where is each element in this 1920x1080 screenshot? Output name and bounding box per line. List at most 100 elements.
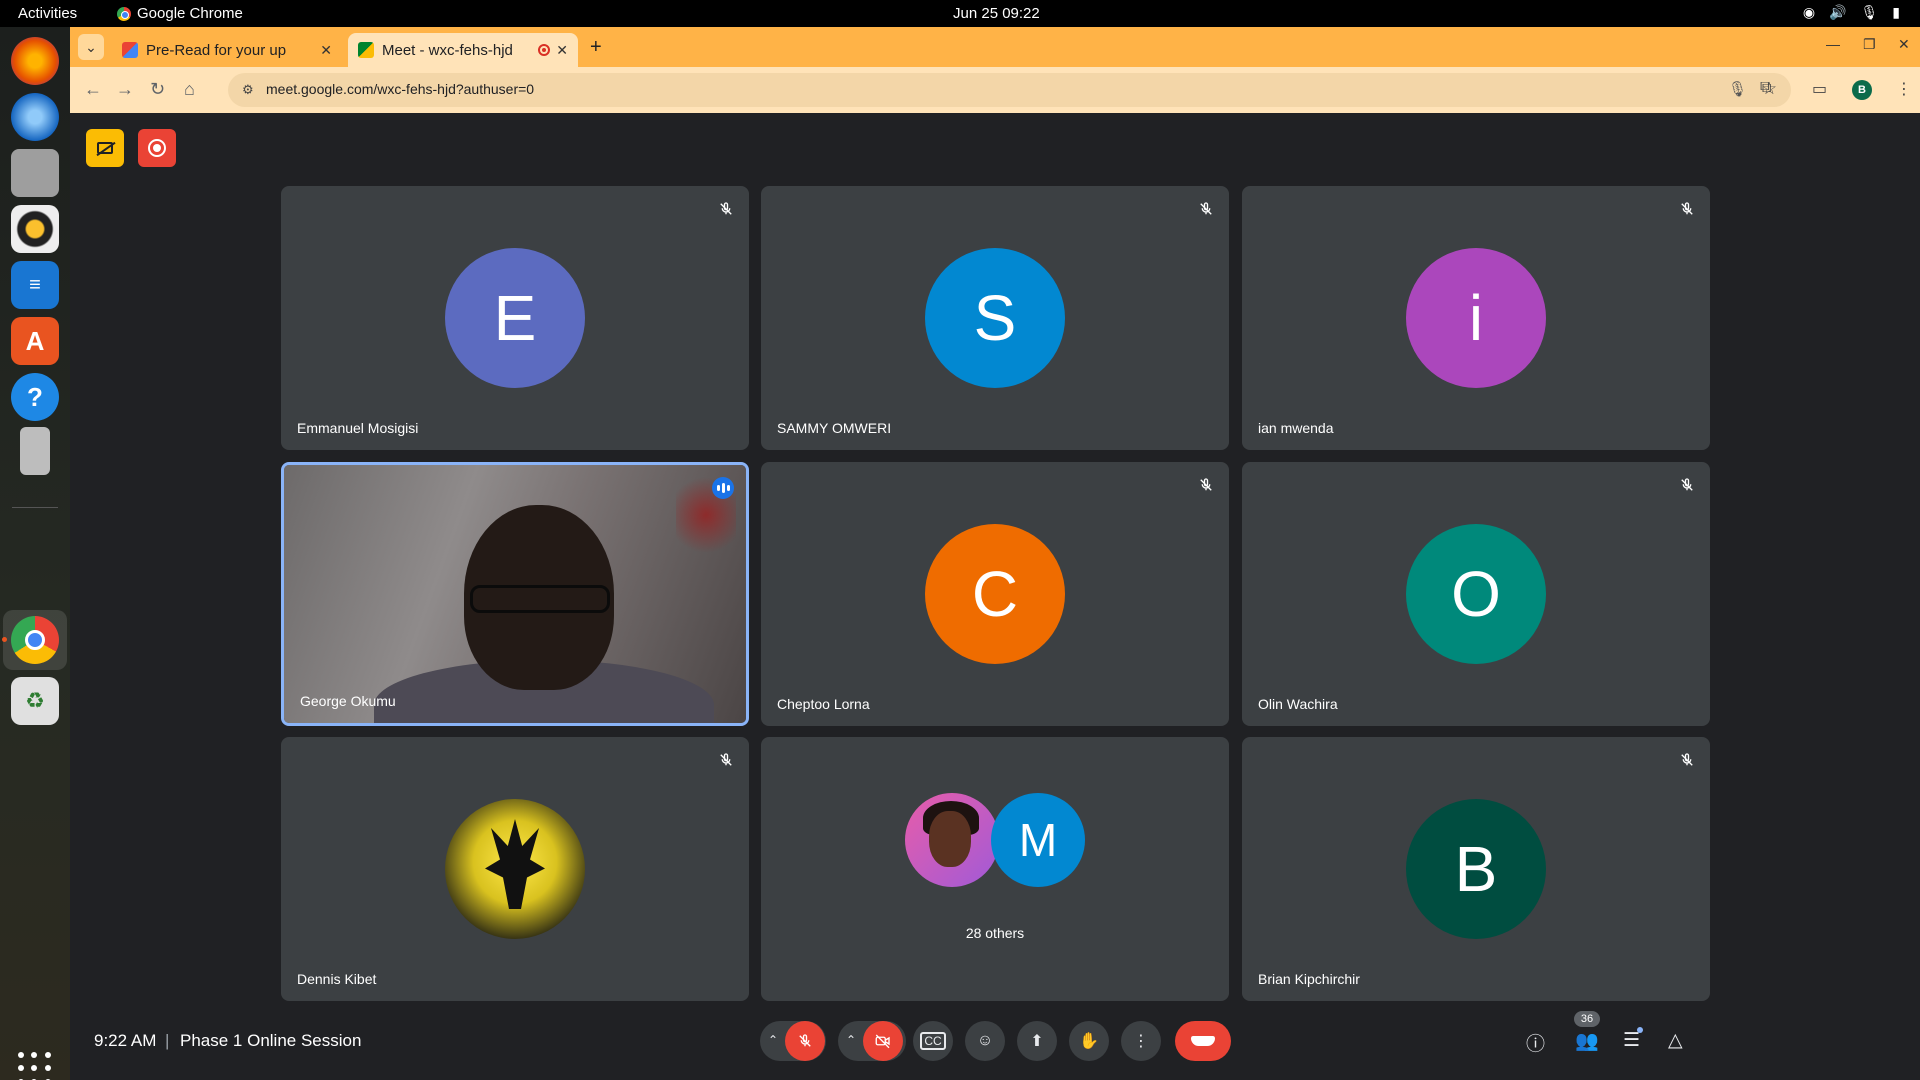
mic-off-icon	[1678, 476, 1696, 494]
maximize-icon[interactable]: ❐	[1863, 36, 1876, 53]
meet-control-bar: 9:22 AM | Phase 1 Online Session ⌃ ⌃ CC …	[70, 1005, 1920, 1080]
captions-button[interactable]: CC	[913, 1021, 953, 1061]
cast-icon[interactable]: ▭	[1812, 79, 1827, 99]
show-apps-icon[interactable]	[18, 1052, 52, 1080]
participant-name: Brian Kipchirchir	[1258, 971, 1360, 987]
close-tab-icon[interactable]: ✕	[556, 42, 568, 59]
dock-separator	[12, 507, 58, 508]
wifi-icon: ◉	[1802, 4, 1816, 20]
participant-name: SAMMY OMWERI	[777, 420, 892, 436]
participant-avatar: i	[1406, 248, 1546, 388]
participant-photo-avatar	[445, 799, 585, 939]
recording-badge[interactable]	[138, 129, 176, 167]
participant-tile[interactable]: B Brian Kipchirchir	[1242, 737, 1710, 1001]
participant-avatar: B	[1406, 799, 1546, 939]
app-menu[interactable]: Google Chrome	[117, 5, 243, 22]
activities-button[interactable]: Activities	[18, 5, 77, 22]
tab-pre-read[interactable]: Pre-Read for your up ✕	[112, 33, 342, 67]
tab-search-button[interactable]: ⌄	[78, 34, 104, 60]
camera-toggle-button[interactable]	[863, 1021, 903, 1061]
gmail-icon	[122, 42, 138, 58]
battery-icon: ▮	[1892, 4, 1900, 20]
system-tray[interactable]: ◉ 🔊 🎙 ▮	[1803, 4, 1900, 21]
tab-meet[interactable]: Meet - wxc-fehs-hjd ✕	[348, 33, 578, 67]
participant-tile[interactable]: i ian mwenda	[1242, 186, 1710, 450]
others-tile[interactable]: M 28 others	[761, 737, 1229, 1001]
browser-tab-strip: ⌄ Pre-Read for your up ✕ Meet - wxc-fehs…	[70, 27, 1920, 67]
home-icon[interactable]: ⌂	[184, 79, 195, 100]
close-window-icon[interactable]: ✕	[1898, 36, 1910, 53]
more-options-button[interactable]: ⋮	[1121, 1021, 1161, 1061]
voice-search-icon[interactable]: 🎙	[1728, 80, 1747, 98]
help-icon[interactable]: ?	[11, 373, 59, 421]
app-center-icon[interactable]: A	[11, 317, 59, 365]
mic-off-icon	[1197, 476, 1215, 494]
present-screen-icon: ⬆	[1030, 1033, 1044, 1050]
meet-call-view: E Emmanuel Mosigisi S SAMMY OMWERI i ian…	[70, 113, 1920, 1080]
record-icon	[148, 139, 166, 157]
back-icon[interactable]: ←	[84, 79, 102, 100]
forward-icon[interactable]: →	[116, 79, 134, 100]
hang-up-icon	[1191, 1036, 1215, 1046]
writer-icon[interactable]: ≡	[11, 261, 59, 309]
participant-photo-avatar	[905, 793, 999, 887]
people-icon[interactable]: 👥	[1575, 1029, 1599, 1053]
mic-off-icon	[717, 751, 735, 769]
minimize-icon[interactable]: —	[1826, 36, 1840, 52]
participant-avatar: C	[925, 524, 1065, 664]
participant-tile-speaking[interactable]: George Okumu	[281, 462, 749, 726]
participant-tile[interactable]: E Emmanuel Mosigisi	[281, 186, 749, 450]
files-icon[interactable]	[11, 149, 59, 197]
participant-name: Cheptoo Lorna	[777, 696, 870, 712]
system-clock[interactable]: Jun 25 09:22	[953, 5, 1040, 22]
meeting-info-icon[interactable]: ⓘ	[1526, 1029, 1545, 1056]
leave-call-button[interactable]	[1175, 1021, 1231, 1061]
mic-off-icon	[717, 200, 735, 218]
chat-notification-dot	[1637, 1027, 1643, 1033]
rhythmbox-icon[interactable]	[11, 205, 59, 253]
site-info-icon[interactable]: ⚙	[242, 82, 254, 98]
trash-icon[interactable]: ♻	[11, 677, 59, 725]
new-tab-button[interactable]: +	[590, 36, 602, 59]
participant-tile[interactable]: S SAMMY OMWERI	[761, 186, 1229, 450]
chrome-icon	[117, 6, 131, 21]
participant-name: George Okumu	[300, 693, 396, 709]
reactions-button[interactable]: ☺	[965, 1021, 1005, 1061]
participant-avatar: S	[925, 248, 1065, 388]
address-bar[interactable]: ⚙ meet.google.com/wxc-fehs-hjd?authuser=…	[228, 73, 1791, 107]
participant-tile[interactable]: Dennis Kibet	[281, 737, 749, 1001]
meeting-name: Phase 1 Online Session	[180, 1031, 362, 1050]
mic-toggle-button[interactable]	[785, 1021, 825, 1061]
close-tab-icon[interactable]: ✕	[320, 42, 332, 59]
hand-icon: ✋	[1079, 1033, 1099, 1050]
chrome-icon[interactable]	[11, 616, 59, 664]
participant-name: ian mwenda	[1258, 420, 1334, 436]
profile-avatar[interactable]: B	[1852, 80, 1872, 100]
extensions-icon[interactable]: ⧉	[1760, 79, 1771, 97]
mic-off-icon	[1678, 200, 1696, 218]
menu-icon[interactable]: ⋮	[1896, 79, 1912, 99]
activities-icon[interactable]: △	[1668, 1029, 1683, 1052]
tab-title: Pre-Read for your up	[146, 41, 287, 59]
firefox-icon[interactable]	[11, 37, 59, 85]
participant-name: Dennis Kibet	[297, 971, 377, 987]
usb-drive-icon[interactable]	[20, 427, 50, 475]
raise-hand-button[interactable]: ✋	[1069, 1021, 1109, 1061]
mic-off-icon	[1678, 751, 1696, 769]
audio-options-chevron-icon[interactable]: ⌃	[768, 1033, 778, 1047]
others-count-label: 28 others	[965, 925, 1025, 941]
present-button[interactable]: ⬆	[1017, 1021, 1057, 1061]
video-options-chevron-icon[interactable]: ⌃	[846, 1033, 856, 1047]
url-text[interactable]: meet.google.com/wxc-fehs-hjd?authuser=0	[266, 81, 534, 97]
participant-name: Emmanuel Mosigisi	[297, 420, 419, 436]
reload-icon[interactable]: ↻	[150, 79, 165, 100]
ubuntu-dock: ≡ A ? ♻	[0, 27, 70, 1080]
mic-off-icon	[1197, 200, 1215, 218]
participant-tile[interactable]: C Cheptoo Lorna	[761, 462, 1229, 726]
browser-toolbar: ← → ↻ ⌂ ⚙ meet.google.com/wxc-fehs-hjd?a…	[70, 67, 1920, 113]
meeting-time: 9:22 AM	[94, 1031, 157, 1050]
camera-off-badge[interactable]	[86, 129, 124, 167]
thunderbird-icon[interactable]	[11, 93, 59, 141]
participant-tile[interactable]: O Olin Wachira	[1242, 462, 1710, 726]
speaking-indicator-icon	[712, 477, 734, 499]
